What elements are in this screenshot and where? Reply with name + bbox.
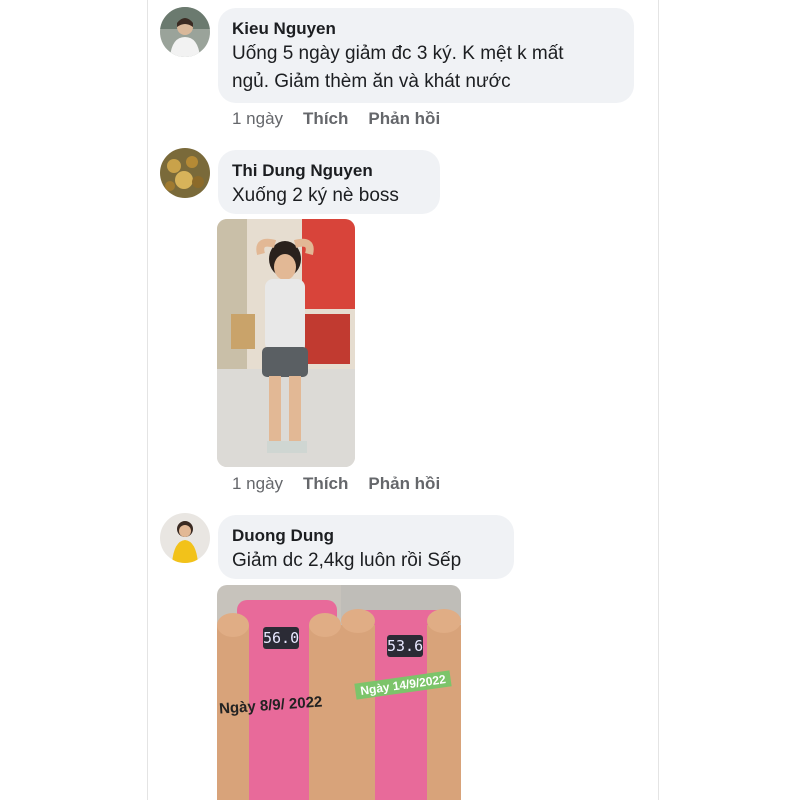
comment-author[interactable]: Thi Dung Nguyen	[232, 160, 426, 182]
comment-author[interactable]: Kieu Nguyen	[232, 18, 620, 40]
scale-display: 53.6	[387, 635, 424, 657]
reply-button[interactable]: Phản hồi	[368, 474, 440, 494]
avatar[interactable]	[160, 7, 210, 57]
comment-bubble: Duong Dung Giảm dc 2,4kg luôn rồi Sếp	[218, 515, 514, 579]
comment-bubble: Thi Dung Nguyen Xuống 2 ký nè boss	[218, 150, 440, 214]
comment-text: Uống 5 ngày giảm đc 3 ký. K mệt k mất	[232, 43, 564, 64]
comment-author[interactable]: Duong Dung	[232, 525, 500, 547]
like-button[interactable]: Thích	[303, 109, 348, 129]
avatar[interactable]	[160, 148, 210, 198]
avatar[interactable]	[160, 513, 210, 563]
comment-actions: 1 ngày Thích Phản hồi	[232, 109, 440, 129]
comment-time[interactable]: 1 ngày	[232, 109, 283, 129]
comment-text: ngủ. Giảm thèm ăn và khát nước	[232, 71, 511, 92]
like-button[interactable]: Thích	[303, 474, 348, 494]
comment-text: Giảm dc 2,4kg luôn rồi Sếp	[232, 550, 462, 571]
comment-text: Xuống 2 ký nè boss	[232, 185, 399, 206]
comment-photo-right[interactable]: 53.6 Ngày 14/9/2022	[341, 585, 461, 800]
comment-bubble: Kieu Nguyen Uống 5 ngày giảm đc 3 ký. K …	[218, 8, 634, 103]
comment-photo[interactable]	[217, 219, 355, 467]
reply-button[interactable]: Phản hồi	[368, 109, 440, 129]
comment-photo-left[interactable]: 56.0 Ngày 8/9/ 2022	[217, 585, 341, 800]
comment-actions: 1 ngày Thích Phản hồi	[232, 474, 440, 494]
comment-time[interactable]: 1 ngày	[232, 474, 283, 494]
scale-display: 56.0	[263, 627, 300, 649]
